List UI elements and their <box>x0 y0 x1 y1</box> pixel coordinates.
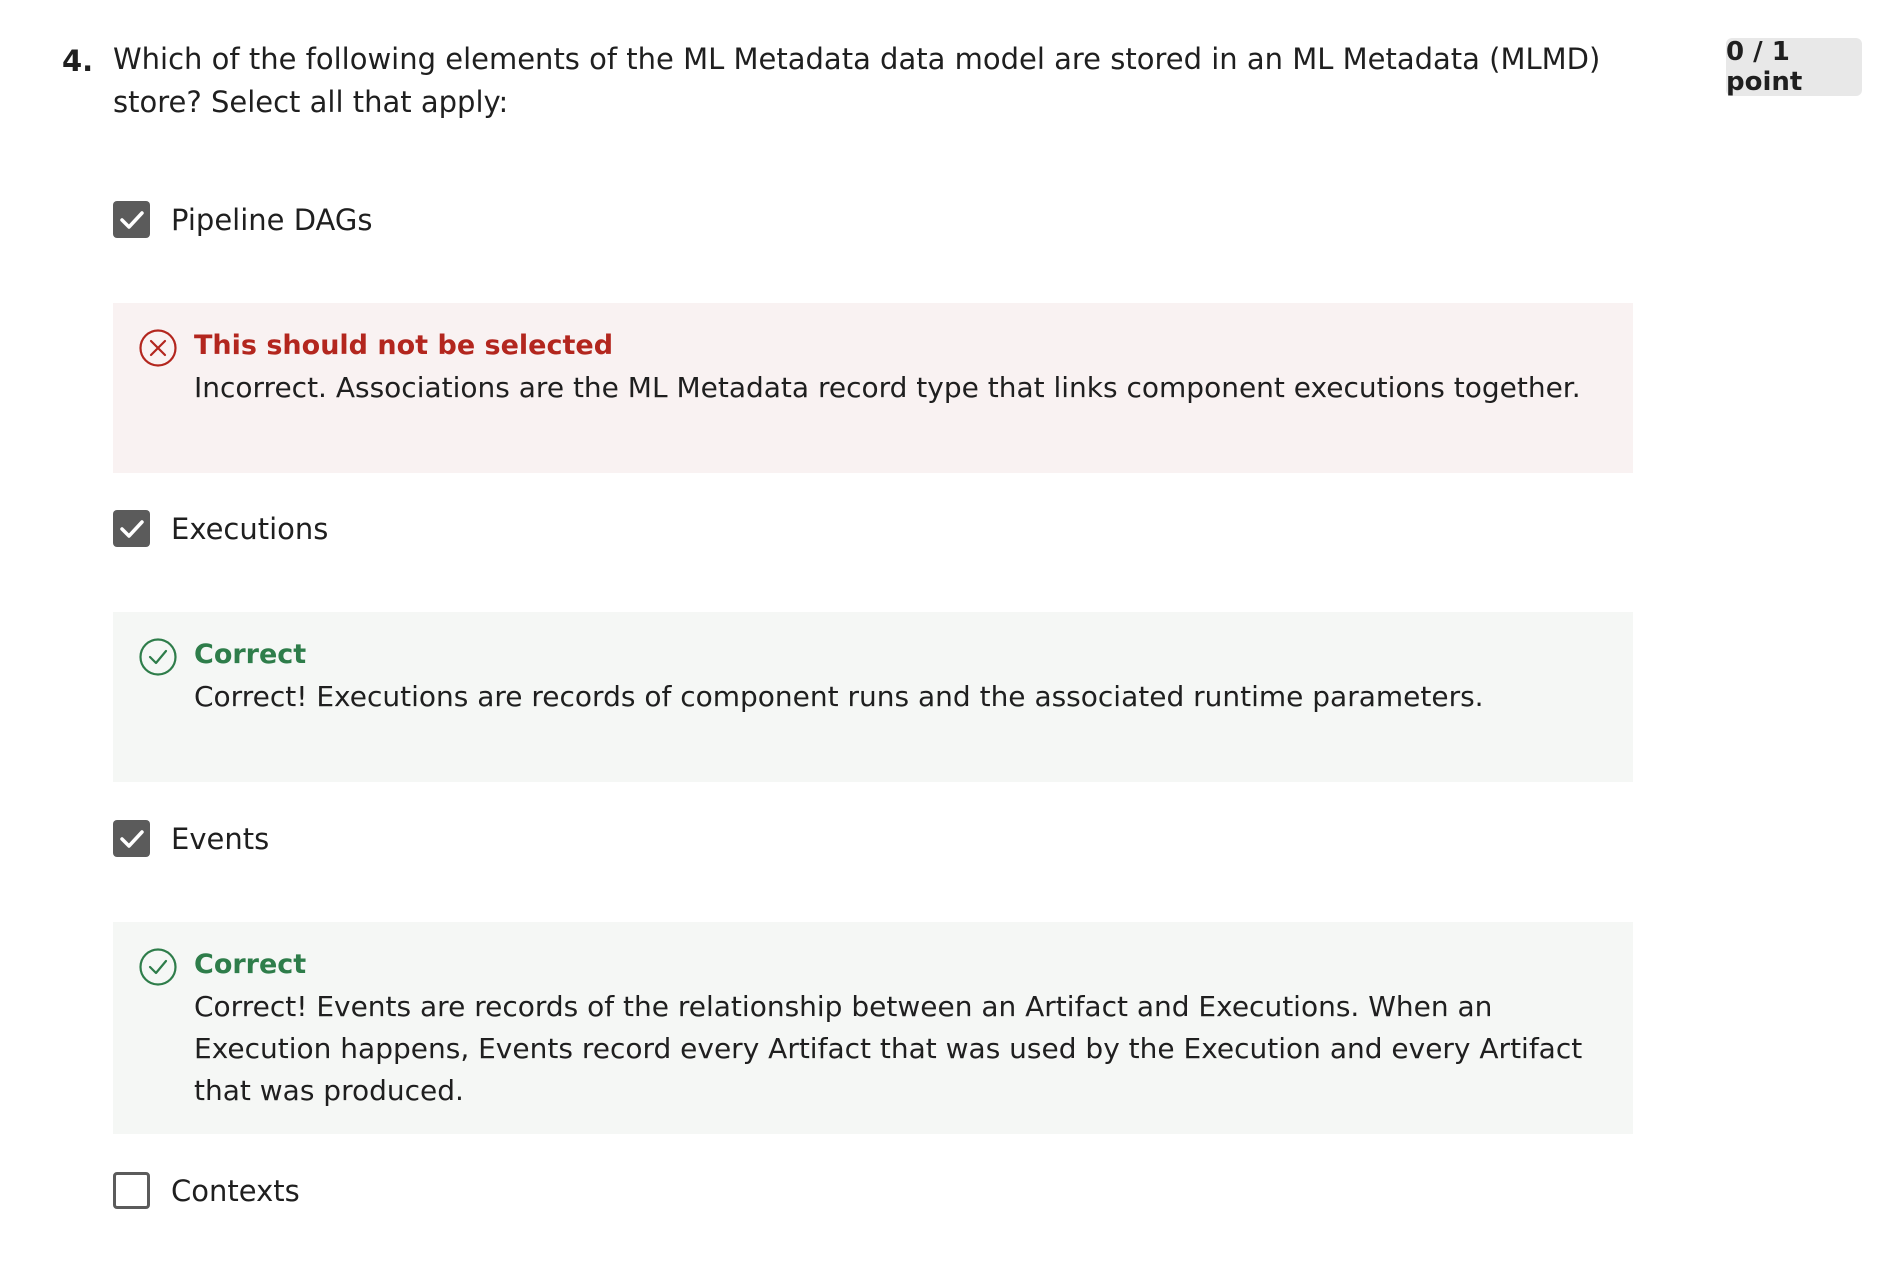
feedback-correct: Correct Correct! Events are records of t… <box>113 922 1633 1134</box>
feedback-body: Correct! Executions are records of compo… <box>194 680 1484 713</box>
option-label: Contexts <box>171 1173 300 1208</box>
question-number: 4. <box>62 44 94 78</box>
score-badge: 0 / 1 point <box>1726 37 1862 97</box>
checkbox-checked[interactable] <box>113 510 150 547</box>
feedback-incorrect: This should not be selected Incorrect. A… <box>113 303 1633 473</box>
question-text: Which of the following elements of the M… <box>113 42 1601 119</box>
feedback-title: This should not be selected <box>194 330 614 361</box>
x-circle-icon <box>139 329 177 367</box>
feedback-correct: Correct Correct! Executions are records … <box>113 612 1633 782</box>
check-circle-icon <box>139 638 177 676</box>
option-contexts[interactable]: Contexts <box>113 1172 300 1209</box>
feedback-title: Correct <box>194 639 307 670</box>
checkmark-icon <box>119 210 144 229</box>
checkbox-unchecked[interactable] <box>113 1172 150 1209</box>
checkbox-checked[interactable] <box>113 201 150 238</box>
feedback-body: Incorrect. Associations are the ML Metad… <box>194 371 1581 404</box>
option-label: Executions <box>171 511 329 546</box>
option-pipeline-dags[interactable]: Pipeline DAGs <box>113 201 372 238</box>
option-label: Events <box>171 821 270 856</box>
checkmark-icon <box>119 829 144 848</box>
option-executions[interactable]: Executions <box>113 510 328 547</box>
feedback-body: Correct! Events are records of the relat… <box>194 990 1583 1107</box>
check-circle-icon <box>139 948 177 986</box>
option-label: Pipeline DAGs <box>171 202 373 237</box>
feedback-title: Correct <box>194 949 307 980</box>
checkmark-icon <box>119 519 144 538</box>
option-events[interactable]: Events <box>113 820 269 857</box>
checkbox-checked[interactable] <box>113 820 150 857</box>
